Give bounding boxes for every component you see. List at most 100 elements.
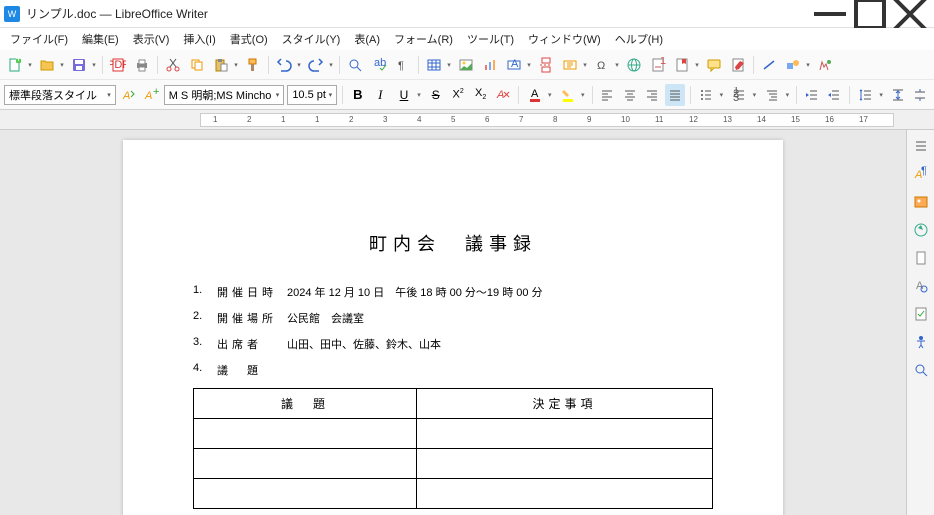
find-panel-icon[interactable] <box>911 360 931 380</box>
paragraph-style-combo[interactable]: 標準段落スタイル▾ <box>4 85 116 105</box>
new-button[interactable]: + <box>4 54 26 76</box>
accessibility-icon[interactable] <box>911 332 931 352</box>
formatting-marks-button[interactable]: ¶ <box>392 54 414 76</box>
gallery-icon[interactable] <box>911 192 931 212</box>
menu-view[interactable]: 表示(V) <box>127 29 176 49</box>
navigator-icon[interactable] <box>911 220 931 240</box>
insert-page-break-button[interactable] <box>535 54 557 76</box>
track-changes-button[interactable] <box>727 54 749 76</box>
spellcheck-button[interactable]: ab <box>368 54 390 76</box>
manage-changes-icon[interactable] <box>911 304 931 324</box>
menu-file[interactable]: ファイル(F) <box>4 29 74 49</box>
horizontal-ruler[interactable]: 1211234567891011121314151617 <box>200 113 894 127</box>
bullet-dropdown[interactable]: ▾ <box>717 91 725 99</box>
increase-para-space-button[interactable] <box>888 84 907 106</box>
number-list-button[interactable]: 123 <box>728 84 750 106</box>
superscript-button[interactable]: X2 <box>448 84 467 106</box>
minimize-button[interactable] <box>810 0 850 28</box>
spacing-dropdown[interactable]: ▾ <box>877 91 885 99</box>
basic-shapes-button[interactable] <box>782 54 804 76</box>
insert-line-button[interactable] <box>758 54 780 76</box>
italic-button[interactable]: I <box>371 84 390 106</box>
paste-button[interactable] <box>210 54 232 76</box>
menu-styles[interactable]: スタイル(Y) <box>276 29 347 49</box>
table-dropdown[interactable]: ▾ <box>445 61 453 69</box>
insert-comment-button[interactable] <box>703 54 725 76</box>
underline-button[interactable]: U <box>393 84 415 106</box>
line-spacing-button[interactable] <box>855 84 877 106</box>
close-button[interactable] <box>890 0 930 28</box>
menu-help[interactable]: ヘルプ(H) <box>609 29 669 49</box>
menu-insert[interactable]: 挿入(I) <box>177 29 221 49</box>
print-button[interactable] <box>131 54 153 76</box>
document-canvas[interactable]: 町内会 議事録 1.開催日時2024 年 12 月 10 日 午後 18 時 0… <box>0 130 906 515</box>
page-icon[interactable] <box>911 248 931 268</box>
new-dropdown[interactable]: ▾ <box>26 61 34 69</box>
align-right-button[interactable] <box>643 84 662 106</box>
font-name-combo[interactable]: M S 明朝;MS Mincho▾ <box>164 85 285 105</box>
font-color-button[interactable]: A <box>524 84 546 106</box>
cut-button[interactable] <box>162 54 184 76</box>
show-draw-button[interactable] <box>814 54 836 76</box>
insert-image-button[interactable] <box>455 54 477 76</box>
number-dropdown[interactable]: ▾ <box>750 91 758 99</box>
maximize-button[interactable] <box>850 0 890 28</box>
update-style-button[interactable]: A <box>119 84 138 106</box>
textbox-dropdown[interactable]: ▾ <box>525 61 533 69</box>
undo-button[interactable] <box>273 54 295 76</box>
field-dropdown[interactable]: ▾ <box>581 61 589 69</box>
bookmark-dropdown[interactable]: ▾ <box>693 61 701 69</box>
copy-button[interactable] <box>186 54 208 76</box>
new-style-button[interactable]: A+ <box>141 84 160 106</box>
bullet-list-button[interactable] <box>695 84 717 106</box>
open-dropdown[interactable]: ▾ <box>58 61 66 69</box>
bold-button[interactable]: B <box>348 84 367 106</box>
save-button[interactable] <box>68 54 90 76</box>
outline-dropdown[interactable]: ▾ <box>783 91 791 99</box>
underline-dropdown[interactable]: ▾ <box>415 91 423 99</box>
insert-bookmark-button[interactable] <box>671 54 693 76</box>
styles-icon[interactable]: A¶ <box>911 164 931 184</box>
menu-form[interactable]: フォーム(R) <box>388 29 459 49</box>
open-button[interactable] <box>36 54 58 76</box>
font-size-combo[interactable]: 10.5 pt▾ <box>287 85 337 105</box>
insert-chart-button[interactable] <box>479 54 501 76</box>
align-center-button[interactable] <box>620 84 639 106</box>
properties-icon[interactable] <box>911 136 931 156</box>
insert-table-button[interactable] <box>423 54 445 76</box>
undo-dropdown[interactable]: ▾ <box>295 61 303 69</box>
decrease-indent-button[interactable] <box>825 84 844 106</box>
insert-hyperlink-button[interactable] <box>623 54 645 76</box>
symbol-dropdown[interactable]: ▾ <box>613 61 621 69</box>
redo-dropdown[interactable]: ▾ <box>327 61 335 69</box>
font-color-dropdown[interactable]: ▾ <box>546 91 554 99</box>
clone-format-button[interactable] <box>242 54 264 76</box>
paste-dropdown[interactable]: ▾ <box>232 61 240 69</box>
highlight-dropdown[interactable]: ▾ <box>579 91 587 99</box>
align-left-button[interactable] <box>598 84 617 106</box>
save-dropdown[interactable]: ▾ <box>90 61 98 69</box>
redo-button[interactable] <box>305 54 327 76</box>
subscript-button[interactable]: X2 <box>471 84 490 106</box>
decrease-para-space-button[interactable] <box>911 84 930 106</box>
insert-textbox-button[interactable]: A <box>503 54 525 76</box>
strikethrough-button[interactable]: S <box>426 84 445 106</box>
page[interactable]: 町内会 議事録 1.開催日時2024 年 12 月 10 日 午後 18 時 0… <box>123 140 783 515</box>
clear-format-button[interactable]: A <box>493 84 512 106</box>
menu-tools[interactable]: ツール(T) <box>461 29 520 49</box>
increase-indent-button[interactable] <box>802 84 821 106</box>
insert-symbol-button[interactable]: Ω <box>591 54 613 76</box>
insert-footnote-button[interactable]: 1 <box>647 54 669 76</box>
export-pdf-button[interactable]: PDF <box>107 54 129 76</box>
outline-button[interactable] <box>761 84 783 106</box>
find-button[interactable] <box>344 54 366 76</box>
menu-format[interactable]: 書式(O) <box>224 29 274 49</box>
menu-window[interactable]: ウィンドウ(W) <box>522 29 607 49</box>
menu-table[interactable]: 表(A) <box>348 29 386 49</box>
insert-field-button[interactable] <box>559 54 581 76</box>
menu-edit[interactable]: 編集(E) <box>76 29 125 49</box>
align-justify-button[interactable] <box>665 84 684 106</box>
shapes-dropdown[interactable]: ▾ <box>804 61 812 69</box>
style-inspector-icon[interactable]: A <box>911 276 931 296</box>
highlight-button[interactable] <box>557 84 579 106</box>
